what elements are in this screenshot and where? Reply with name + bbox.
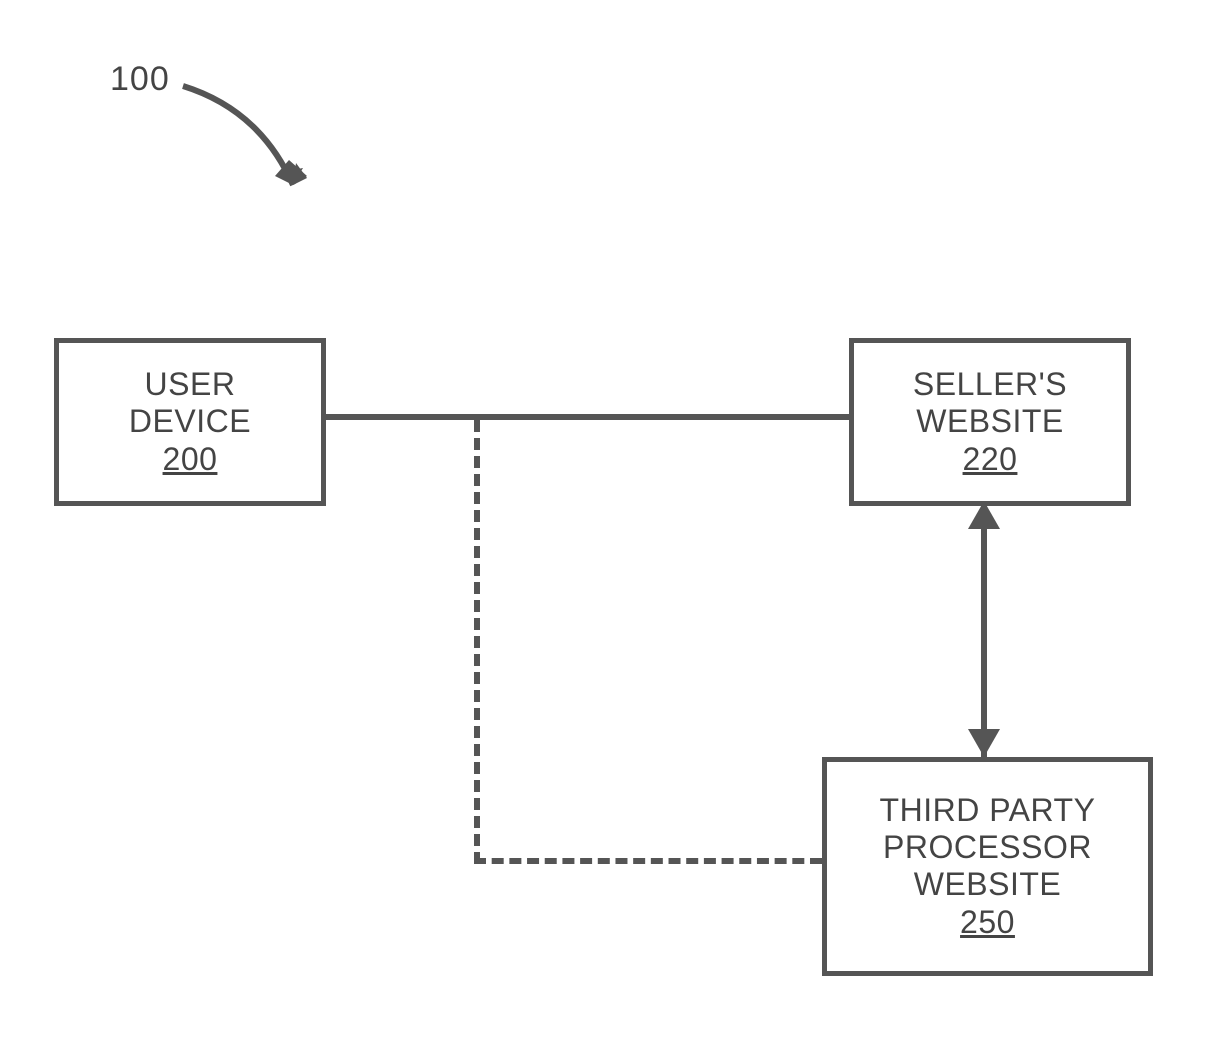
figure-pointer-arrow [175, 80, 325, 220]
third-party-box: THIRD PARTY PROCESSOR WEBSITE 250 [822, 757, 1153, 976]
user-device-label-line2: DEVICE [129, 403, 251, 440]
figure-number: 100 [110, 60, 170, 99]
seller-website-label-line1: SELLER'S [913, 366, 1067, 403]
seller-website-label-line2: WEBSITE [916, 403, 1064, 440]
connector-user-to-seller [321, 414, 849, 420]
seller-website-box: SELLER'S WEBSITE 220 [849, 338, 1131, 506]
user-device-label-line1: USER [145, 366, 236, 403]
third-party-label-line1: THIRD PARTY [880, 792, 1096, 829]
third-party-label-line2: PROCESSOR [883, 829, 1092, 866]
connector-dashed-vertical [474, 420, 480, 864]
connector-dashed-horizontal [474, 858, 822, 864]
third-party-ref: 250 [960, 904, 1015, 941]
user-device-ref: 200 [163, 441, 218, 478]
user-device-box: USER DEVICE 200 [54, 338, 326, 506]
seller-website-ref: 220 [963, 441, 1018, 478]
third-party-label-line3: WEBSITE [914, 866, 1062, 903]
arrowhead-up-icon [968, 501, 1000, 529]
arrowhead-down-icon [968, 729, 1000, 757]
connector-seller-to-third-party [981, 501, 987, 757]
